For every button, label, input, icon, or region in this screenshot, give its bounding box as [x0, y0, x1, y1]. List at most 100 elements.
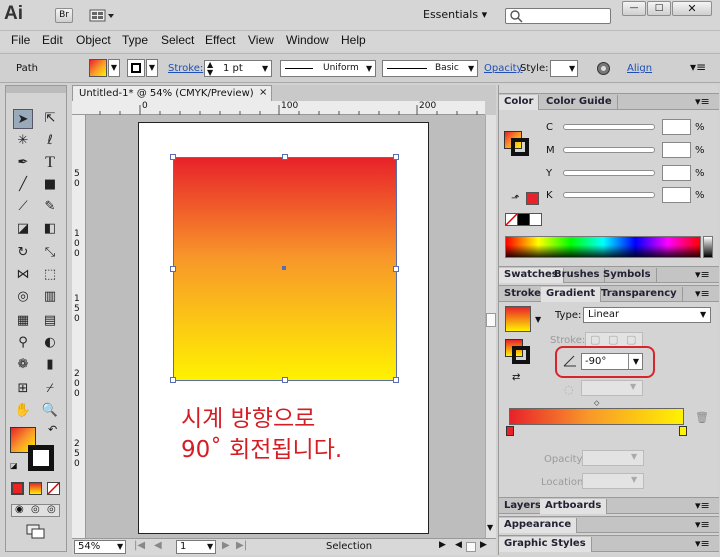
scroll-down-icon[interactable]: ▼: [487, 523, 493, 532]
gradient-thumbnail[interactable]: [505, 306, 531, 332]
screen-mode-button[interactable]: [26, 524, 46, 540]
out-of-gamut-swatch[interactable]: [526, 192, 539, 205]
column-graph-tool-icon[interactable]: ▮: [40, 355, 60, 375]
menu-help[interactable]: Help: [341, 33, 366, 47]
none-mode-button[interactable]: [47, 482, 60, 495]
menu-view[interactable]: View: [248, 33, 274, 47]
horizontal-scroll-thumb[interactable]: [466, 542, 476, 552]
panel-menu-icon[interactable]: ▾≡: [695, 287, 710, 300]
vertical-ruler[interactable]: 5 0 1 0 0 1 5 0 2 0 0 2 5 0: [72, 115, 86, 538]
stop-location-field[interactable]: ▼: [582, 473, 644, 489]
pencil-tool-icon[interactable]: ✎: [40, 197, 60, 217]
draw-normal-icon[interactable]: ◉: [15, 504, 24, 515]
pen-tool-icon[interactable]: ✒: [13, 153, 33, 173]
opacity-link[interactable]: Opacity: [484, 63, 522, 74]
tab-appearance[interactable]: Appearance: [499, 518, 578, 533]
channel-k-input[interactable]: [662, 187, 691, 203]
channel-m-slider[interactable]: [563, 147, 655, 153]
chevron-down-icon[interactable]: ▼: [262, 64, 268, 73]
rotate-tool-icon[interactable]: ↻: [13, 243, 33, 263]
gradient-type-dropdown[interactable]: Linear ▼: [583, 307, 711, 323]
free-transform-tool-icon[interactable]: ⬚: [40, 265, 60, 285]
horizontal-ruler[interactable]: 0 100 200: [72, 101, 485, 115]
gradient-stroke-swatch[interactable]: [512, 346, 530, 364]
channel-m-input[interactable]: [662, 142, 691, 158]
tab-artboards[interactable]: Artboards: [540, 499, 608, 514]
eyedropper-tool-icon[interactable]: ⚲: [13, 333, 33, 353]
panel-menu-icon[interactable]: ▾≡: [695, 95, 710, 108]
tab-graphic-styles[interactable]: Graphic Styles: [499, 537, 592, 552]
blob-brush-tool-icon[interactable]: ◪: [13, 219, 33, 239]
lasso-tool-icon[interactable]: ℓ: [40, 131, 60, 151]
tab-brushes[interactable]: Brushes: [549, 268, 606, 283]
previous-artboard-icon[interactable]: ◀: [154, 540, 162, 551]
draw-inside-icon[interactable]: ◎: [47, 504, 56, 515]
menu-edit[interactable]: Edit: [42, 33, 63, 47]
trash-icon[interactable]: 🗑: [695, 411, 709, 424]
scroll-left-icon[interactable]: ◀: [455, 540, 462, 550]
black-white-ramp[interactable]: [703, 236, 713, 258]
artboard-tool-icon[interactable]: ⊞: [13, 379, 33, 399]
stroke-gradient-along-icon[interactable]: ▢: [608, 333, 618, 346]
aspect-ratio-field[interactable]: ▼: [581, 380, 643, 396]
zoom-dropdown[interactable]: 54% ▼: [74, 540, 126, 554]
search-input[interactable]: [505, 8, 611, 24]
menu-effect[interactable]: Effect: [205, 33, 235, 47]
shape-builder-tool-icon[interactable]: ◎: [13, 287, 33, 307]
scroll-thumb[interactable]: [486, 313, 496, 327]
paintbrush-tool-icon[interactable]: ⟋: [13, 197, 33, 217]
stroke-swatch[interactable]: [511, 138, 529, 156]
stop-opacity-field[interactable]: ▼: [582, 450, 644, 466]
recolor-artwork-icon[interactable]: [596, 61, 611, 76]
gradient-mode-button[interactable]: [29, 482, 42, 495]
color-spectrum[interactable]: [505, 236, 701, 258]
panel-menu-icon[interactable]: ▾≡: [695, 518, 710, 531]
gradient-angle-field[interactable]: -90° ▼: [581, 353, 643, 370]
close-button[interactable]: ✕: [672, 1, 712, 16]
scroll-right-icon[interactable]: ▶: [480, 540, 487, 550]
tab-transparency[interactable]: Transparency: [596, 287, 683, 302]
magic-wand-tool-icon[interactable]: ✳: [13, 131, 33, 151]
tab-stroke[interactable]: Stroke: [499, 287, 547, 302]
zoom-tool-icon[interactable]: 🔍: [40, 401, 60, 421]
channel-y-input[interactable]: [662, 165, 691, 181]
default-fill-stroke-icon[interactable]: ◪: [10, 461, 18, 470]
line-tool-icon[interactable]: ╱: [13, 175, 33, 195]
selection-handle[interactable]: [393, 266, 399, 272]
selection-handle[interactable]: [170, 266, 176, 272]
color-mode-button[interactable]: [11, 482, 24, 495]
panel-menu-icon[interactable]: ▾≡: [695, 537, 710, 550]
selection-handle[interactable]: [282, 377, 288, 383]
menu-type[interactable]: Type: [122, 33, 148, 47]
selection-handle[interactable]: [393, 154, 399, 160]
reverse-gradient-icon[interactable]: ⇄: [512, 372, 520, 383]
panel-grip[interactable]: [6, 86, 66, 93]
channel-y-slider[interactable]: [563, 170, 655, 176]
tab-symbols[interactable]: Symbols: [598, 268, 657, 283]
channel-c-slider[interactable]: [563, 124, 655, 130]
next-artboard-icon[interactable]: ▶: [222, 540, 230, 551]
mesh-tool-icon[interactable]: ▦: [13, 311, 33, 331]
eraser-tool-icon[interactable]: ◧: [40, 219, 60, 239]
gradient-stop-start[interactable]: [506, 426, 514, 436]
tab-color[interactable]: Color: [499, 95, 540, 110]
selection-handle[interactable]: [170, 377, 176, 383]
channel-k-slider[interactable]: [563, 192, 655, 198]
stroke-gradient-within-icon[interactable]: ▢: [590, 333, 600, 346]
type-tool-icon[interactable]: T: [40, 153, 60, 173]
stroke-label-link[interactable]: Stroke:: [168, 63, 203, 74]
slice-tool-icon[interactable]: ⌿: [40, 379, 60, 399]
menu-window[interactable]: Window: [286, 33, 329, 47]
brush-definition-dropdown[interactable]: Basic ▼: [382, 60, 478, 77]
variable-width-profile-dropdown[interactable]: Uniform ▼: [280, 60, 376, 77]
blend-tool-icon[interactable]: ◐: [40, 333, 60, 353]
vertical-scrollbar[interactable]: ▼: [485, 115, 496, 538]
menu-file[interactable]: File: [11, 33, 30, 47]
first-artboard-icon[interactable]: |◀: [134, 540, 145, 551]
channel-c-input[interactable]: [662, 119, 691, 135]
arrange-documents-button[interactable]: [89, 8, 115, 23]
minimize-button[interactable]: —: [622, 1, 646, 16]
rectangle-tool-icon[interactable]: ■: [40, 175, 60, 195]
stroke-weight-field[interactable]: ▲ ▼ 1 pt ▼: [204, 60, 272, 77]
draw-behind-icon[interactable]: ◎: [31, 504, 40, 515]
